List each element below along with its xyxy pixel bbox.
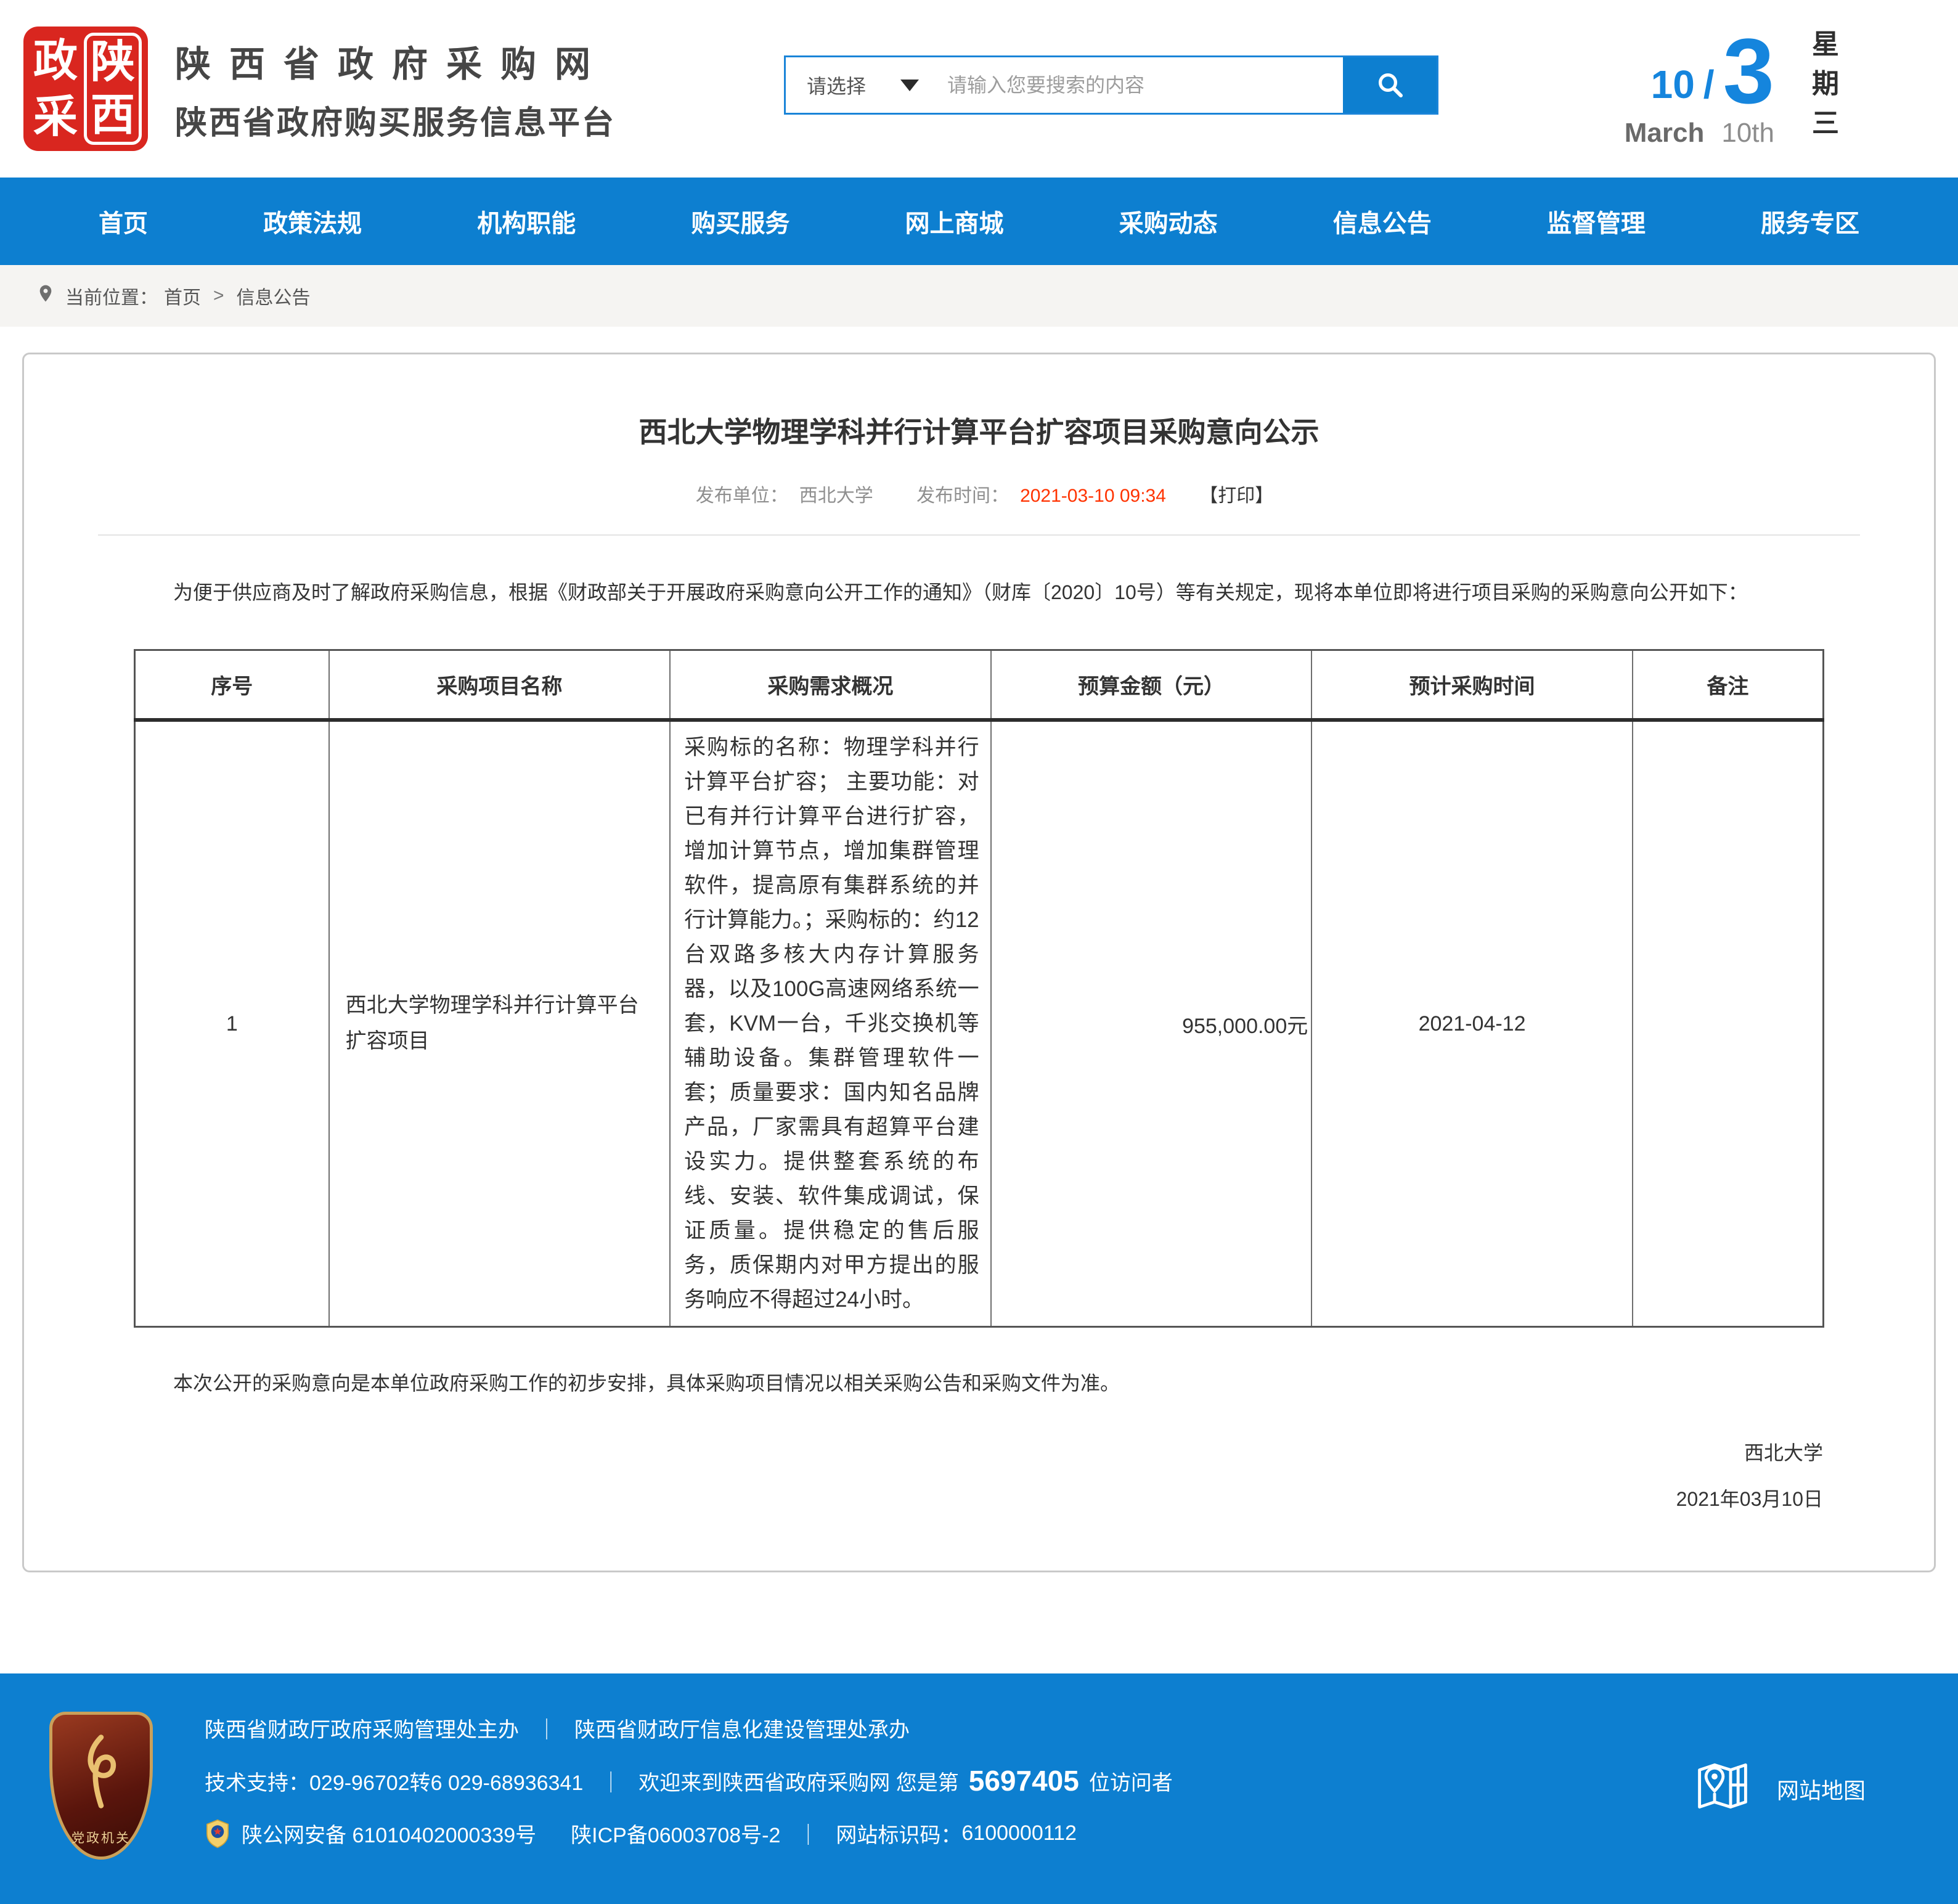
breadcrumb-item-0[interactable]: 首页 bbox=[164, 282, 201, 309]
nav-item-5[interactable]: 采购动态 bbox=[1119, 203, 1218, 239]
date-day-ordinal: 10th bbox=[1721, 118, 1774, 148]
footer-separator: ｜ bbox=[780, 1818, 836, 1849]
visitor-count: 5697405 bbox=[959, 1764, 1089, 1797]
cell-project-name: 西北大学物理学科并行计算平台扩容项目 bbox=[329, 720, 670, 1327]
nav-item-1[interactable]: 政策法规 bbox=[263, 203, 362, 239]
publisher-value: 西北大学 bbox=[799, 486, 873, 506]
table-header-5: 备注 bbox=[1633, 650, 1824, 721]
nav-item-8[interactable]: 服务专区 bbox=[1761, 203, 1859, 239]
nav-item-3[interactable]: 购买服务 bbox=[691, 203, 789, 239]
signature-date: 2021年03月10日 bbox=[135, 1476, 1823, 1522]
search-category-select[interactable]: 请选择 bbox=[786, 57, 939, 113]
date-bottom-row: March 10th bbox=[1625, 118, 1774, 149]
search-bar: 请选择 bbox=[784, 55, 1438, 115]
publisher-label: 发布单位： bbox=[696, 486, 788, 506]
article-meta: 发布单位： 西北大学 发布时间： 2021-03-10 09:34 【打印】 bbox=[98, 480, 1860, 536]
caret-down-icon bbox=[900, 80, 919, 91]
search-category-label: 请选择 bbox=[807, 71, 866, 99]
table-header-0: 序号 bbox=[135, 650, 329, 721]
date-weekday: 星期三 bbox=[1809, 30, 1836, 148]
location-pin-icon bbox=[36, 280, 55, 311]
date-month-number: 3 bbox=[1723, 30, 1774, 113]
icp-record[interactable]: 陕ICP备06003708号-2 bbox=[571, 1818, 780, 1849]
breadcrumb-separator: > bbox=[213, 285, 224, 306]
site-code-value: 6100000112 bbox=[961, 1821, 1077, 1845]
logo-column-right: 陕西 bbox=[84, 33, 142, 145]
table-header-row: 序号采购项目名称采购需求概况预算金额（元）预计采购时间备注 bbox=[135, 650, 1824, 721]
site-logo[interactable]: 政采 陕西 bbox=[23, 27, 148, 151]
search-icon bbox=[1375, 70, 1405, 101]
date-numbers: 10 / 3 March 10th bbox=[1625, 30, 1774, 149]
breadcrumb-items: 首页 > 信息公告 bbox=[158, 282, 317, 309]
cell-expected-time: 2021-04-12 bbox=[1311, 720, 1633, 1327]
date-month-name: March bbox=[1625, 118, 1705, 148]
date-day: 10 bbox=[1651, 65, 1695, 113]
cell-serial-number: 1 bbox=[135, 720, 329, 1327]
cell-remark bbox=[1633, 720, 1824, 1327]
support-phones: 029-96702转6 029-68936341 bbox=[309, 1766, 583, 1796]
procurement-table: 序号采购项目名称采购需求概况预算金额（元）预计采购时间备注 1 西北大学物理学科… bbox=[134, 649, 1824, 1328]
footer-separator: ｜ bbox=[583, 1766, 638, 1796]
breadcrumb: 当前位置： 首页 > 信息公告 bbox=[0, 265, 1958, 327]
nav-item-2[interactable]: 机构职能 bbox=[477, 203, 576, 239]
logo-char-1: 采 bbox=[33, 95, 78, 139]
main-content: 西北大学物理学科并行计算平台扩容项目采购意向公示 发布单位： 西北大学 发布时间：… bbox=[0, 327, 1958, 1624]
nav-item-4[interactable]: 网上商城 bbox=[905, 203, 1004, 239]
footer-line-1: 陕西省财政厅政府采购管理处主办 ｜ 陕西省财政厅信息化建设管理处承办 bbox=[205, 1713, 1958, 1743]
nav-item-6[interactable]: 信息公告 bbox=[1333, 203, 1432, 239]
sitemap-label: 网站地图 bbox=[1777, 1773, 1866, 1805]
footer-organizer: 陕西省财政厅政府采购管理处主办 bbox=[205, 1713, 519, 1743]
table-header-4: 预计采购时间 bbox=[1311, 650, 1633, 721]
footer-separator: ｜ bbox=[519, 1713, 574, 1743]
table-header-3: 预算金额（元） bbox=[991, 650, 1312, 721]
logo-char-0: 陕 bbox=[91, 40, 135, 84]
signature-block: 西北大学 2021年03月10日 bbox=[135, 1430, 1823, 1522]
support-label: 技术支持： bbox=[205, 1766, 309, 1796]
intro-paragraph: 为便于供应商及时了解政府采购信息，根据《财政部关于开展政府采购意向公开工作的通知… bbox=[134, 570, 1824, 615]
police-badge-icon bbox=[205, 1819, 230, 1849]
site-code-label: 网站标识码： bbox=[836, 1818, 961, 1849]
badge-emblem-icon bbox=[52, 1715, 150, 1828]
breadcrumb-item-1[interactable]: 信息公告 bbox=[237, 282, 311, 309]
closing-paragraph: 本次公开的采购意向是本单位政府采购工作的初步安排，具体采购项目情况以相关采购公告… bbox=[134, 1363, 1824, 1403]
site-footer: 党政机关 陕西省财政厅政府采购管理处主办 ｜ 陕西省财政厅信息化建设管理处承办 … bbox=[0, 1673, 1958, 1904]
page-title: 西北大学物理学科并行计算平台扩容项目采购意向公示 bbox=[98, 410, 1860, 451]
publish-time-label: 发布时间： bbox=[916, 486, 1009, 506]
site-title: 陕西省政府采购网 bbox=[175, 35, 616, 87]
visitor-suffix: 位访问者 bbox=[1089, 1766, 1173, 1796]
table-header-1: 采购项目名称 bbox=[329, 650, 670, 721]
date-widget: 10 / 3 March 10th 星期三 bbox=[1625, 30, 1890, 149]
site-titles: 陕西省政府采购网 陕西省政府购买服务信息平台 bbox=[175, 35, 616, 143]
signature-org: 西北大学 bbox=[135, 1430, 1823, 1476]
footer-undertaker: 陕西省财政厅信息化建设管理处承办 bbox=[574, 1713, 910, 1743]
date-top-row: 10 / 3 bbox=[1625, 30, 1774, 113]
police-record[interactable]: 陕公网安备 61010402000339号 bbox=[242, 1818, 536, 1849]
search-input[interactable] bbox=[939, 57, 1343, 113]
logo-char-0: 政 bbox=[33, 39, 78, 83]
announcement-box: 西北大学物理学科并行计算平台扩容项目采购意向公示 发布单位： 西北大学 发布时间：… bbox=[22, 353, 1936, 1572]
site-header: 政采 陕西 陕西省政府采购网 陕西省政府购买服务信息平台 请选择 bbox=[0, 0, 1958, 178]
cell-demand-overview: 采购标的名称：物理学科并行计算平台扩容； 主要功能：对已有并行计算平台进行扩容，… bbox=[670, 720, 991, 1327]
publish-time-value: 2021-03-10 09:34 bbox=[1020, 486, 1166, 506]
print-button[interactable]: 【打印】 bbox=[1199, 486, 1273, 506]
nav-item-7[interactable]: 监督管理 bbox=[1547, 203, 1646, 239]
page: 政采 陕西 陕西省政府采购网 陕西省政府购买服务信息平台 请选择 bbox=[0, 0, 1958, 1904]
sitemap-link[interactable]: 网站地图 bbox=[1691, 1754, 1866, 1824]
date-slash: / bbox=[1695, 65, 1723, 113]
table-row: 1 西北大学物理学科并行计算平台扩容项目 采购标的名称：物理学科并行计算平台扩容… bbox=[135, 720, 1824, 1327]
nav-item-0[interactable]: 首页 bbox=[99, 203, 148, 239]
main-nav: 首页 政策法规 机构职能 购买服务 网上商城 采购动态 信息公告 监督管理 服务专区 bbox=[0, 178, 1958, 265]
government-badge: 党政机关 bbox=[49, 1712, 153, 1860]
cell-budget-amount: 955,000.00元 bbox=[991, 720, 1312, 1327]
logo-char-1: 西 bbox=[91, 93, 135, 137]
breadcrumb-label: 当前位置： bbox=[65, 282, 158, 309]
badge-label: 党政机关 bbox=[71, 1828, 131, 1847]
map-icon bbox=[1691, 1754, 1755, 1824]
logo-column-left: 政采 bbox=[30, 33, 81, 145]
search-button[interactable] bbox=[1343, 57, 1437, 113]
table-header-2: 采购需求概况 bbox=[670, 650, 991, 721]
welcome-text: 欢迎来到陕西省政府采购网 您是第 bbox=[638, 1766, 958, 1796]
site-subtitle: 陕西省政府购买服务信息平台 bbox=[175, 97, 616, 143]
